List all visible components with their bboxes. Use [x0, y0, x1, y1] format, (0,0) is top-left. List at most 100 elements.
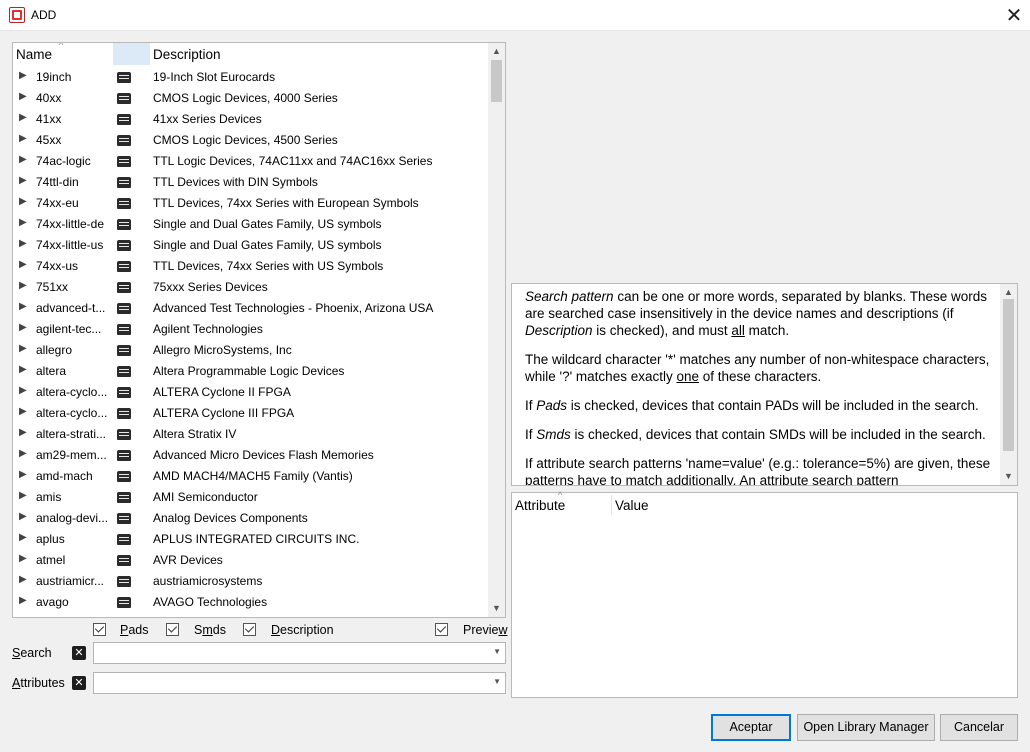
- tree-row[interactable]: ▶ allegro Allegro MicroSystems, Inc: [13, 340, 490, 361]
- tree-row[interactable]: ▶ 74xx-little-de Single and Dual Gates Fam…: [13, 214, 490, 235]
- tree-row[interactable]: ▶ atmel AVR Devices: [13, 550, 490, 571]
- library-name: 74ttl-din: [36, 175, 79, 189]
- expand-arrow-icon[interactable]: ▶: [19, 406, 27, 417]
- expand-arrow-icon[interactable]: ▶: [19, 238, 27, 249]
- column-header-value[interactable]: Value: [615, 498, 649, 513]
- description-checkbox[interactable]: [243, 623, 256, 636]
- column-header-icon[interactable]: [113, 43, 150, 65]
- expand-arrow-icon[interactable]: ▶: [19, 553, 27, 564]
- expand-arrow-icon[interactable]: ▶: [19, 112, 27, 123]
- tree-row[interactable]: ▶ altera Altera Programmable Logic Devices: [13, 361, 490, 382]
- library-icon: [117, 177, 131, 188]
- tree-row[interactable]: ▶ amis AMI Semiconductor: [13, 487, 490, 508]
- expand-arrow-icon[interactable]: ▶: [19, 364, 27, 375]
- tree-row[interactable]: ▶ altera-cyclo... ALTERA Cyclone III FPGA: [13, 403, 490, 424]
- cancel-button[interactable]: Cancelar: [940, 714, 1018, 741]
- column-header-description[interactable]: Description: [153, 47, 221, 62]
- library-description: APLUS INTEGRATED CIRCUITS INC.: [153, 532, 360, 546]
- expand-arrow-icon[interactable]: ▶: [19, 448, 27, 459]
- help-panel: Search pattern can be one or more words,…: [511, 283, 1018, 486]
- expand-arrow-icon[interactable]: ▶: [19, 175, 27, 186]
- library-icon: [117, 492, 131, 503]
- library-icon: [117, 72, 131, 83]
- scroll-thumb[interactable]: [1003, 299, 1014, 451]
- tree-row[interactable]: ▶ 41xx 41xx Series Devices: [13, 109, 490, 130]
- library-description: TTL Devices, 74xx Series with US Symbols: [153, 259, 384, 273]
- tree-row[interactable]: ▶ 40xx CMOS Logic Devices, 4000 Series: [13, 88, 490, 109]
- tree-row[interactable]: ▶ advanced-t... Advanced Test Technologies…: [13, 298, 490, 319]
- tree-row[interactable]: ▶ altera-strati... Altera Stratix IV: [13, 424, 490, 445]
- expand-arrow-icon[interactable]: ▶: [19, 469, 27, 480]
- tree-row[interactable]: ▶ 74ac-logic TTL Logic Devices, 74AC11xx a…: [13, 151, 490, 172]
- expand-arrow-icon[interactable]: ▶: [19, 259, 27, 270]
- library-icon: [117, 450, 131, 461]
- expand-arrow-icon[interactable]: ▶: [19, 385, 27, 396]
- library-name: 74ac-logic: [36, 154, 91, 168]
- expand-arrow-icon[interactable]: ▶: [19, 595, 27, 606]
- expand-arrow-icon[interactable]: ▶: [19, 322, 27, 333]
- tree-row[interactable]: ▶ avago AVAGO Technologies: [13, 592, 490, 613]
- attributes-input[interactable]: ▼: [93, 672, 506, 694]
- tree-scrollbar[interactable]: ▲ ▼: [488, 43, 505, 617]
- tree-row[interactable]: ▶ 45xx CMOS Logic Devices, 4500 Series: [13, 130, 490, 151]
- expand-arrow-icon[interactable]: ▶: [19, 511, 27, 522]
- expand-arrow-icon[interactable]: ▶: [19, 490, 27, 501]
- tree-row[interactable]: ▶ austriamicr... austriamicrosystems: [13, 571, 490, 592]
- expand-arrow-icon[interactable]: ▶: [19, 217, 27, 228]
- column-divider[interactable]: [611, 495, 612, 515]
- tree-row[interactable]: ▶ amd-mach AMD MACH4/MACH5 Family (Vantis): [13, 466, 490, 487]
- tree-row[interactable]: ▶ 19inch 19-Inch Slot Eurocards: [13, 67, 490, 88]
- attribute-table[interactable]: ^ Attribute Value: [511, 490, 1018, 698]
- library-tree[interactable]: Name ^ Description ▶ 19inch 19-Inch Slot E…: [12, 42, 506, 618]
- chevron-down-icon[interactable]: ▼: [493, 647, 501, 656]
- expand-arrow-icon[interactable]: ▶: [19, 301, 27, 312]
- expand-arrow-icon[interactable]: ▶: [19, 196, 27, 207]
- smds-checkbox[interactable]: [166, 623, 179, 636]
- expand-arrow-icon[interactable]: ▶: [19, 427, 27, 438]
- open-library-manager-button[interactable]: Open Library Manager: [797, 714, 935, 741]
- expand-arrow-icon[interactable]: ▶: [19, 91, 27, 102]
- scroll-thumb[interactable]: [491, 60, 502, 102]
- tree-row[interactable]: ▶ am29-mem... Advanced Micro Devices Flash…: [13, 445, 490, 466]
- expand-arrow-icon[interactable]: ▶: [19, 133, 27, 144]
- library-name: altera: [36, 364, 67, 378]
- library-icon: [117, 576, 131, 587]
- search-input[interactable]: ▼: [93, 642, 506, 664]
- clear-attributes-icon[interactable]: ✕: [72, 676, 86, 690]
- tree-row[interactable]: ▶ 74xx-eu TTL Devices, 74xx Series with Eu…: [13, 193, 490, 214]
- pads-checkbox[interactable]: [93, 623, 106, 636]
- close-icon[interactable]: ✕: [998, 0, 1030, 31]
- scroll-up-icon[interactable]: ▲: [488, 43, 505, 60]
- library-icon: [117, 114, 131, 125]
- tree-row[interactable]: ▶ 74ttl-din TTL Devices with DIN Symbols: [13, 172, 490, 193]
- column-header-name[interactable]: Name: [16, 47, 52, 62]
- clear-search-icon[interactable]: ✕: [72, 646, 86, 660]
- library-icon: [117, 219, 131, 230]
- scroll-down-icon[interactable]: ▼: [1000, 468, 1017, 485]
- tree-row[interactable]: ▶ analog-devi... Analog Devices Components: [13, 508, 490, 529]
- tree-row[interactable]: ▶ aplus APLUS INTEGRATED CIRCUITS INC.: [13, 529, 490, 550]
- library-description: TTL Devices with DIN Symbols: [153, 175, 318, 189]
- tree-row[interactable]: ▶ agilent-tec... Agilent Technologies: [13, 319, 490, 340]
- help-scrollbar[interactable]: ▲ ▼: [1000, 284, 1017, 485]
- expand-arrow-icon[interactable]: ▶: [19, 154, 27, 165]
- library-icon: [117, 240, 131, 251]
- tree-row[interactable]: ▶ 751xx 75xxx Series Devices: [13, 277, 490, 298]
- scroll-down-icon[interactable]: ▼: [488, 600, 505, 617]
- library-name: 74xx-little-us: [36, 238, 104, 252]
- expand-arrow-icon[interactable]: ▶: [19, 574, 27, 585]
- library-name: 19inch: [36, 70, 72, 84]
- chevron-down-icon[interactable]: ▼: [493, 677, 501, 686]
- accept-button[interactable]: Aceptar: [711, 714, 791, 741]
- tree-row[interactable]: ▶ 74xx-little-us Single and Dual Gates Fam…: [13, 235, 490, 256]
- title-bar: ADD ✕: [0, 0, 1030, 31]
- tree-row[interactable]: ▶ 74xx-us TTL Devices, 74xx Series with US…: [13, 256, 490, 277]
- expand-arrow-icon[interactable]: ▶: [19, 532, 27, 543]
- tree-row[interactable]: ▶ altera-cyclo... ALTERA Cyclone II FPGA: [13, 382, 490, 403]
- preview-checkbox[interactable]: [435, 623, 448, 636]
- expand-arrow-icon[interactable]: ▶: [19, 70, 27, 81]
- column-header-attribute[interactable]: Attribute: [515, 498, 565, 513]
- expand-arrow-icon[interactable]: ▶: [19, 343, 27, 354]
- expand-arrow-icon[interactable]: ▶: [19, 280, 27, 291]
- library-description: CMOS Logic Devices, 4000 Series: [153, 91, 338, 105]
